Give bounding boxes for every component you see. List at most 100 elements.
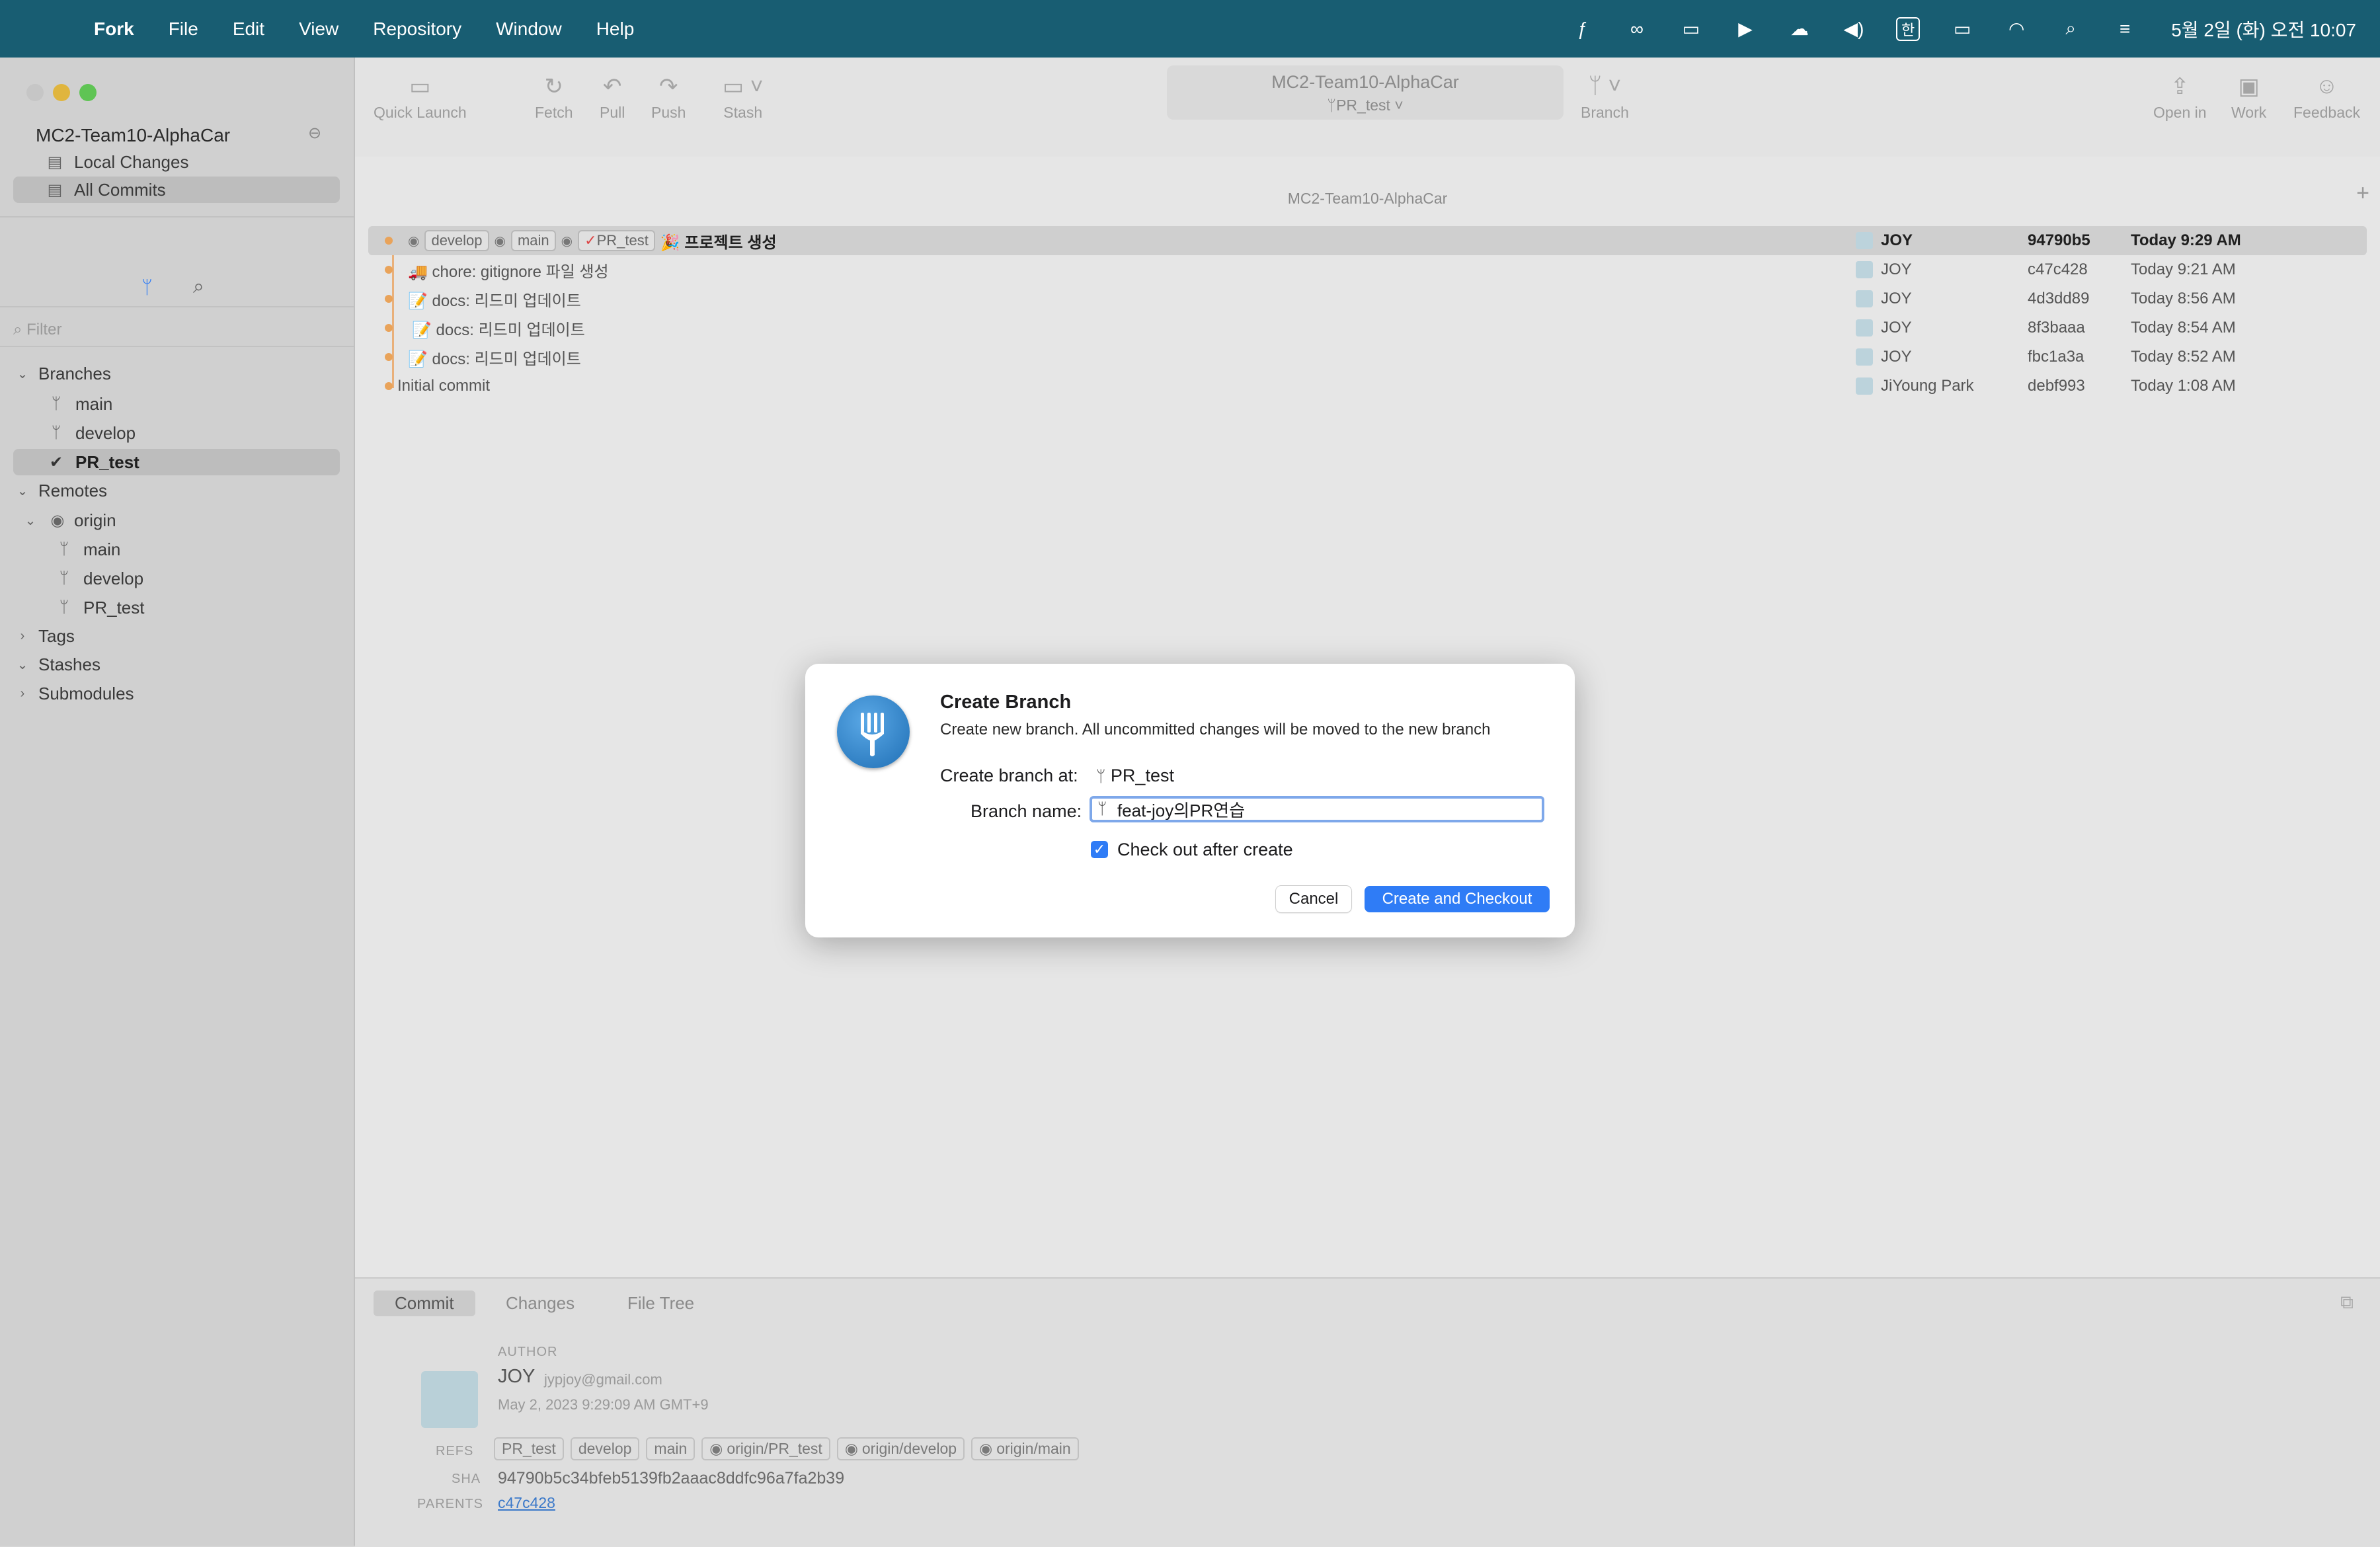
cancel-button[interactable]: Cancel: [1276, 886, 1351, 912]
chevron-right-icon: ›: [20, 686, 25, 701]
feedback-button[interactable]: ☺ Feedback: [2293, 73, 2360, 122]
eject-icon[interactable]: ⊖: [308, 124, 321, 143]
avatar: [1856, 348, 1873, 366]
ref-badge[interactable]: develop: [570, 1437, 640, 1460]
tab-file-tree[interactable]: File Tree: [606, 1290, 715, 1316]
menu-file[interactable]: File: [169, 19, 198, 40]
commit-message: 🎉 프로젝트 생성: [660, 233, 777, 252]
commit-full-sha[interactable]: 94790b5c34bfeb5139fb2aaac8ddfc96a7fa2b39: [498, 1469, 844, 1488]
commit-row[interactable]: Initial commit JiYoung Park debf993 Toda…: [368, 372, 2367, 401]
checkout-after-create-checkbox[interactable]: ✓: [1091, 841, 1108, 858]
menu-app[interactable]: Fork: [94, 19, 134, 40]
author-label: AUTHOR: [498, 1345, 558, 1359]
section-stashes[interactable]: ⌄ Stashes: [0, 651, 354, 678]
folder-icon: ▭: [409, 74, 431, 99]
menu-edit[interactable]: Edit: [233, 19, 264, 40]
zoom-window-button[interactable]: [79, 84, 97, 101]
control-center-icon[interactable]: ≡: [2113, 19, 2137, 40]
branch-main[interactable]: ᛘ main: [0, 391, 354, 417]
remote-origin[interactable]: ⌄ ◉ origin: [0, 507, 354, 534]
ref-badge[interactable]: main: [510, 230, 556, 251]
remote-branch-pr-test[interactable]: ᛘ PR_test: [0, 594, 354, 621]
commit-row[interactable]: 🚚 chore: gitignore 파일 생성 JOY c47c428 Tod…: [368, 255, 2367, 284]
volume-icon[interactable]: ◀): [1842, 18, 1866, 40]
ref-badge-remote[interactable]: ◉ origin/PR_test: [701, 1437, 830, 1460]
filter-input[interactable]: ⌕ Filter: [13, 321, 61, 339]
wifi-icon[interactable]: ◠: [2004, 18, 2028, 40]
section-tags[interactable]: › Tags: [0, 623, 354, 649]
branch-button[interactable]: ᛘ ˅ Branch: [1581, 73, 1629, 122]
create-and-checkout-button[interactable]: Create and Checkout: [1365, 886, 1550, 912]
minimize-window-button[interactable]: [53, 84, 70, 101]
section-remotes[interactable]: ⌄ Remotes: [0, 477, 354, 504]
section-label: Branches: [38, 363, 111, 383]
tab-commit[interactable]: Commit: [374, 1290, 475, 1316]
remote-branch-develop[interactable]: ᛘ develop: [0, 565, 354, 592]
ref-badge-current[interactable]: ✓PR_test: [578, 230, 655, 251]
section-submodules[interactable]: › Submodules: [0, 680, 354, 707]
figma-icon[interactable]: ƒ: [1571, 19, 1595, 40]
checkout-after-create-label[interactable]: Check out after create: [1117, 840, 1293, 860]
branch-develop[interactable]: ᛘ develop: [0, 420, 354, 446]
github-icon: ◉: [844, 1440, 858, 1457]
checkmark-icon: ✓: [584, 232, 597, 249]
cloud-icon[interactable]: ☁: [1788, 18, 1811, 40]
ref-badge-remote[interactable]: ◉ origin/main: [971, 1437, 1079, 1460]
author-email[interactable]: jypjoy@gmail.com: [544, 1371, 662, 1388]
popout-icon[interactable]: ⧉: [2340, 1292, 2354, 1314]
repo-tab[interactable]: MC2-Team10-AlphaCar: [355, 190, 2380, 208]
work-button[interactable]: ▣ Work: [2231, 73, 2266, 122]
github-icon: ◉: [561, 233, 573, 249]
menu-window[interactable]: Window: [496, 19, 562, 40]
menubar-clock[interactable]: 5월 2일 (화) 오전 10:07: [2171, 16, 2356, 42]
ref-badge[interactable]: PR_test: [494, 1437, 564, 1460]
commit-message: 📝 docs: 리드미 업데이트: [408, 350, 581, 368]
push-button[interactable]: ↷ Push: [651, 73, 686, 122]
glasses-icon[interactable]: ∞: [1625, 19, 1649, 40]
ref-badge-remote[interactable]: ◉ origin/develop: [836, 1437, 965, 1460]
parent-link[interactable]: c47c428: [498, 1494, 555, 1512]
fetch-button[interactable]: ↻ Fetch: [535, 73, 573, 122]
menu-repository[interactable]: Repository: [373, 19, 461, 40]
sidebar-item-local-changes[interactable]: ▤ Local Changes: [0, 149, 354, 175]
stash-button[interactable]: ▭ ˅ Stash: [723, 73, 763, 122]
remote-branch-main[interactable]: ᛘ main: [0, 536, 354, 563]
section-branches[interactable]: ⌄ Branches: [0, 360, 354, 387]
new-tab-button[interactable]: +: [2346, 180, 2380, 215]
repo-title: MC2-Team10-AlphaCar: [1271, 72, 1459, 92]
display-icon[interactable]: ▭: [1679, 18, 1703, 40]
divider: [0, 216, 354, 218]
commit-author: JOY: [1856, 231, 1913, 250]
menu-help[interactable]: Help: [596, 19, 635, 40]
section-label: Stashes: [38, 654, 100, 674]
branch-pr-test[interactable]: ✔ PR_test: [13, 449, 340, 475]
repository-selector[interactable]: MC2-Team10-AlphaCar ᛘPR_test ˅: [1167, 65, 1564, 120]
current-branch-selector[interactable]: ᛘPR_test ˅: [1167, 97, 1564, 114]
menu-view[interactable]: View: [299, 19, 338, 40]
search-tab-icon[interactable]: ⌕: [193, 276, 204, 298]
commit-row[interactable]: 📝 docs: 리드미 업데이트 JOY 8f3baaa Today 8:54 …: [368, 313, 2367, 342]
branch-icon: ᛘ: [59, 569, 69, 587]
ref-badge[interactable]: main: [646, 1437, 695, 1460]
open-in-button[interactable]: ⇪ Open in: [2153, 73, 2207, 122]
commit-row[interactable]: 📝 docs: 리드미 업데이트 JOY fbc1a3a Today 8:52 …: [368, 342, 2367, 372]
commit-date: Today 9:21 AM: [2131, 260, 2236, 278]
commit-row[interactable]: 📝 docs: 리드미 업데이트 JOY 4d3dd89 Today 8:56 …: [368, 284, 2367, 313]
pull-button[interactable]: ↶ Pull: [600, 73, 625, 122]
sidebar-item-all-commits[interactable]: ▤ All Commits: [13, 177, 340, 203]
battery-icon[interactable]: ▭: [1950, 18, 1974, 40]
commit-row[interactable]: ◉ develop ◉ main ◉ ✓PR_test 🎉 프로젝트 생성 JO…: [368, 226, 2367, 255]
quick-launch-button[interactable]: ▭ Quick Launch: [374, 73, 467, 122]
tab-changes[interactable]: Changes: [485, 1290, 596, 1316]
parents-label: PARENTS: [417, 1497, 483, 1511]
search-icon[interactable]: ⌕: [2059, 18, 2082, 40]
play-icon[interactable]: ▶: [1733, 18, 1757, 40]
branch-name-input[interactable]: [1090, 796, 1544, 822]
close-window-button[interactable]: [26, 84, 44, 101]
branch-icon: ᛘ: [59, 598, 69, 616]
branch-tab-icon[interactable]: ᛘ: [141, 277, 153, 298]
repo-name[interactable]: MC2-Team10-AlphaCar: [36, 125, 230, 146]
ref-badge[interactable]: develop: [424, 230, 489, 251]
input-source-badge[interactable]: 한: [1895, 17, 1921, 41]
graph-node: [385, 324, 393, 332]
